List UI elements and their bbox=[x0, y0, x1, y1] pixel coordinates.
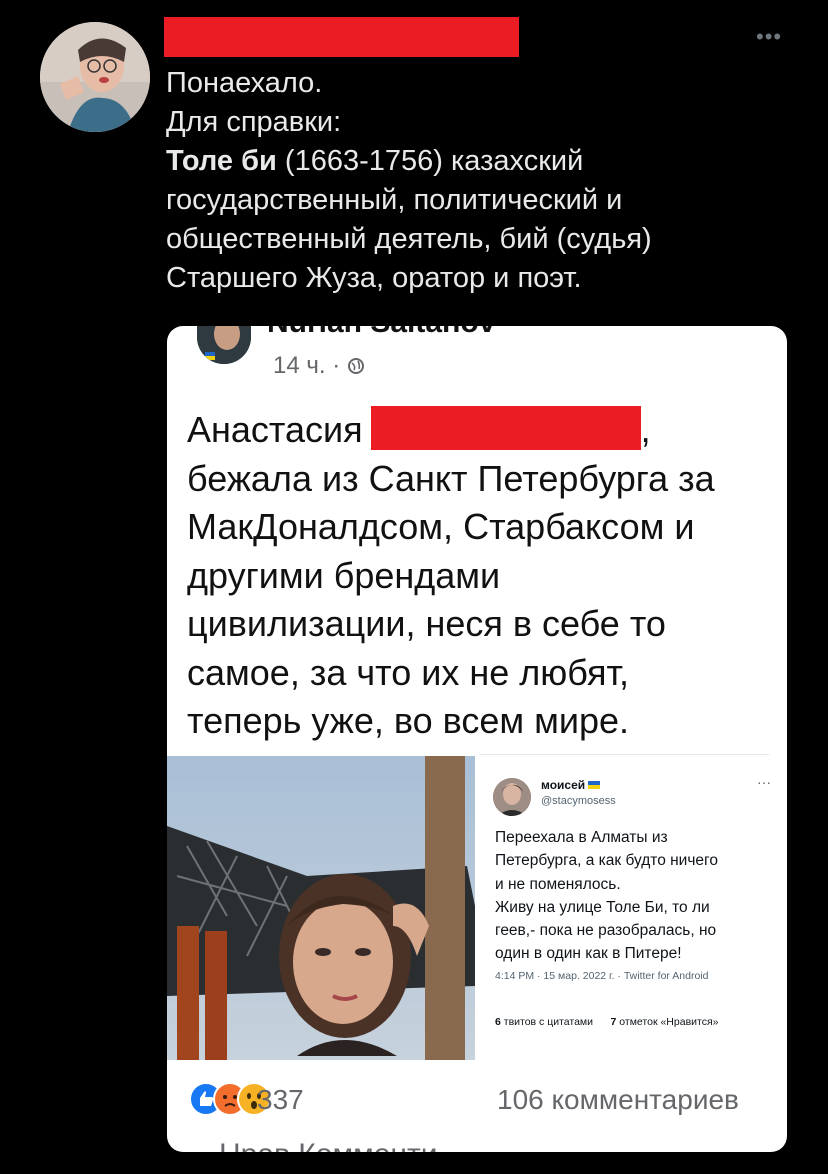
fb-text-line: Анастасия, bbox=[187, 406, 777, 455]
tweet-text: Понаехало. Для справки: Толе би (1663-17… bbox=[166, 64, 806, 298]
fb-text-comma: , bbox=[640, 409, 651, 450]
redacted-username bbox=[164, 17, 519, 57]
tweet-line: государственный, политический и bbox=[166, 184, 623, 216]
ukraine-flag-icon bbox=[588, 781, 601, 789]
fb-post-time: 14 ч. · bbox=[273, 352, 365, 380]
embedded-tweet-text: Переехала в Алматы из Петербурга, а как … bbox=[495, 826, 775, 966]
embedded-tweet-line: Переехала в Алматы из bbox=[495, 829, 668, 846]
quotes-label: твитов с цитатами bbox=[500, 1016, 594, 1028]
tweet-line: Понаехало. bbox=[166, 67, 323, 99]
embedded-tweet-meta: 4:14 PM · 15 мар. 2022 г. · Twitter for … bbox=[495, 970, 709, 982]
tweet-bold-term: Толе би bbox=[166, 145, 277, 177]
redacted-surname bbox=[370, 406, 641, 450]
fb-text-line: бежала из Санкт Петербурга за bbox=[187, 457, 715, 499]
fb-author-avatar bbox=[197, 326, 251, 364]
reactions-count[interactable]: 337 bbox=[257, 1084, 304, 1116]
fb-post-text: Анастасия, бежала из Санкт Петербурга за… bbox=[187, 406, 777, 746]
divider bbox=[479, 754, 769, 755]
embedded-tweet-line: и не поменялось. bbox=[495, 875, 621, 893]
fb-text-line: теперь уже, во всем мире. bbox=[187, 700, 630, 741]
tweet-line: общественный деятель, бий (судья) bbox=[166, 223, 652, 255]
embedded-tweet-line: геев,- пока не разобралась, но bbox=[495, 922, 717, 940]
embedded-tweet-name: моисей bbox=[541, 778, 601, 792]
embedded-tweet[interactable]: моисей @stacymosess ··· Переехала в Алма… bbox=[479, 764, 779, 1054]
globe-icon bbox=[347, 352, 365, 379]
embedded-tweet-stats: 6 твитов с цитатами 7 отметок «Нравится» bbox=[495, 1016, 718, 1028]
likes-label: отметок «Нравится» bbox=[616, 1016, 719, 1028]
fb-text-line: самое, за что их не любят, bbox=[187, 651, 630, 693]
user-avatar[interactable] bbox=[40, 22, 150, 132]
comments-count[interactable]: 106 комментариев bbox=[497, 1084, 739, 1116]
embedded-tweet-handle: @stacymosess bbox=[541, 795, 616, 807]
attached-image[interactable]: Nurlan Saitanov 14 ч. · Анастасия, бежал… bbox=[167, 326, 787, 1152]
fb-text-line: другими брендами bbox=[187, 554, 501, 596]
more-options-icon[interactable]: ••• bbox=[756, 24, 782, 50]
embedded-more-icon: ··· bbox=[757, 774, 771, 790]
embedded-tweet-line: Петербурга, а как будто ничего bbox=[495, 852, 718, 870]
selfie-photo[interactable] bbox=[167, 756, 475, 1060]
embedded-tweet-line: Живу на улице Толе Би, то ли bbox=[495, 898, 710, 916]
embedded-tweet-name-text: моисей bbox=[541, 778, 586, 792]
tweet-line-rest: (1663-1756) казахский bbox=[276, 145, 584, 177]
action-bar-partial: Нрав Комменти bbox=[219, 1138, 437, 1152]
tweet-line: Старшего Жуза, оратор и поэт. bbox=[166, 262, 582, 294]
fb-author-name[interactable]: Nurlan Saitanov bbox=[267, 326, 495, 340]
embedded-tweet-avatar bbox=[493, 778, 531, 816]
fb-text-line: МакДоналдсом, Старбаксом и bbox=[187, 506, 695, 547]
tweet-line: Для справки: bbox=[166, 106, 342, 138]
fb-time-text: 14 ч. · bbox=[273, 352, 347, 379]
tweet-line: Толе би (1663-1756) казахский bbox=[166, 142, 806, 181]
embedded-tweet-line: один в один как в Питере! bbox=[495, 945, 682, 963]
fb-text-first-name: Анастасия bbox=[187, 409, 363, 450]
fb-text-line: цивилизации, неся в себе то bbox=[187, 603, 666, 644]
